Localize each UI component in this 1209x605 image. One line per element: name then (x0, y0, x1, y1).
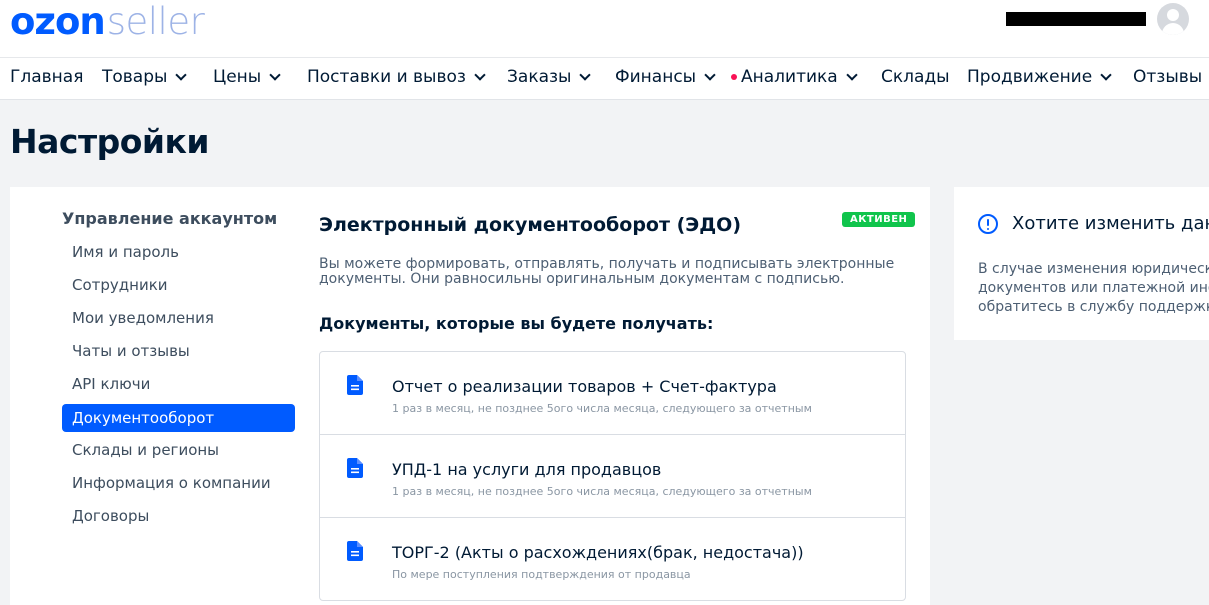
sidebar-item-company-info[interactable]: Информация о компании (62, 469, 295, 497)
nav-item-label: Заказы (507, 67, 572, 87)
info-card-text: В случае изменения юридическо документов… (978, 261, 1209, 315)
documents-list: Отчет о реализации товаров + Счет-фактур… (319, 351, 906, 601)
document-icon (347, 375, 363, 395)
nav-item-label: Товары (102, 67, 168, 87)
chevron-down-icon (1100, 68, 1112, 81)
nav-item-prices[interactable]: Цены (213, 67, 281, 87)
settings-main-card: Управление аккаунтом Имя и пароль Сотруд… (10, 187, 930, 605)
document-title: УПД-1 на услуги для продавцов (392, 460, 662, 479)
document-row: Отчет о реализации товаров + Счет-фактур… (320, 352, 905, 435)
nav-item-home[interactable]: Главная (10, 67, 83, 87)
nav-item-label: Цены (213, 67, 262, 87)
ozon-seller-logo[interactable]: ozon seller (10, 0, 205, 43)
notification-dot-icon (731, 74, 737, 80)
logo-seller-text: seller (106, 0, 205, 43)
top-navigation: Главная Товары Цены Поставки и вывоз Зак… (0, 58, 1209, 98)
nav-item-analytics[interactable]: Аналитика (731, 67, 858, 87)
nav-item-label: Главная (10, 67, 84, 87)
nav-item-warehouses[interactable]: Склады (881, 67, 950, 87)
document-row: УПД-1 на услуги для продавцов 1 раз в ме… (320, 435, 905, 518)
document-row: ТОРГ-2 (Акты о расхождениях(брак, недост… (320, 518, 905, 601)
chevron-down-icon (846, 68, 858, 81)
sidebar-item-notifications[interactable]: Мои уведомления (62, 304, 295, 332)
avatar-icon[interactable] (1157, 3, 1189, 35)
info-icon (978, 214, 998, 234)
nav-item-label: Продвижение (967, 67, 1093, 87)
document-icon (347, 541, 363, 561)
sidebar-item-chats-reviews[interactable]: Чаты и отзывы (62, 337, 295, 365)
nav-item-label: Отзывы (1133, 67, 1203, 87)
nav-item-promotion[interactable]: Продвижение (967, 67, 1112, 87)
nav-item-label: Финансы (615, 67, 697, 87)
chevron-down-icon (579, 68, 592, 81)
redacted-user-name[interactable] (1006, 12, 1146, 26)
edo-description: Вы можете формировать, отправлять, получ… (319, 256, 895, 287)
info-card-title: Хотите изменить дан (1012, 213, 1209, 234)
nav-item-label: Поставки и вывоз (307, 67, 466, 87)
document-subtitle: 1 раз в месяц, не позднее 5ого числа мес… (392, 402, 812, 415)
documents-heading: Документы, которые вы будете получать: (319, 314, 714, 333)
chevron-down-icon (175, 68, 188, 81)
document-title: ТОРГ-2 (Акты о расхождениях(брак, недост… (392, 543, 804, 562)
sidebar-item-warehouses-regions[interactable]: Склады и регионы (62, 436, 295, 464)
status-badge: АКТИВЕН (842, 212, 916, 227)
chevron-down-icon (474, 68, 486, 81)
document-title: Отчет о реализации товаров + Счет-фактур… (392, 377, 777, 396)
chevron-down-icon (269, 68, 281, 81)
document-subtitle: 1 раз в месяц, не позднее 5ого числа мес… (392, 485, 812, 498)
info-card: Хотите изменить дан В случае изменения ю… (954, 187, 1209, 340)
sidebar-item-name-password[interactable]: Имя и пароль (62, 238, 295, 266)
document-subtitle: По мере поступления подтверждения от про… (392, 568, 691, 581)
nav-item-products[interactable]: Товары (102, 67, 188, 87)
top-header: ozon seller Главная Товары Цены Поставки… (0, 0, 1209, 100)
sidebar-item-employees[interactable]: Сотрудники (62, 271, 295, 299)
nav-item-orders[interactable]: Заказы (507, 67, 592, 87)
nav-item-supplies[interactable]: Поставки и вывоз (307, 67, 486, 87)
nav-item-label: Аналитика (741, 67, 838, 87)
logo-ozon-text: ozon (10, 0, 106, 43)
sidebar-item-contracts[interactable]: Договоры (62, 502, 295, 530)
sidebar-heading: Управление аккаунтом (62, 209, 278, 228)
document-icon (347, 458, 363, 478)
edo-section-title: Электронный документооборот (ЭДО) (319, 214, 741, 236)
nav-item-finance[interactable]: Финансы (615, 67, 716, 87)
nav-item-label: Склады (881, 67, 950, 87)
chevron-down-icon (704, 68, 716, 81)
page-title: Настройки (10, 122, 210, 161)
sidebar-item-document-flow[interactable]: Документооборот (62, 404, 295, 432)
sidebar-item-api-keys[interactable]: API ключи (62, 370, 295, 398)
nav-item-reviews[interactable]: Отзывы (1133, 67, 1202, 87)
